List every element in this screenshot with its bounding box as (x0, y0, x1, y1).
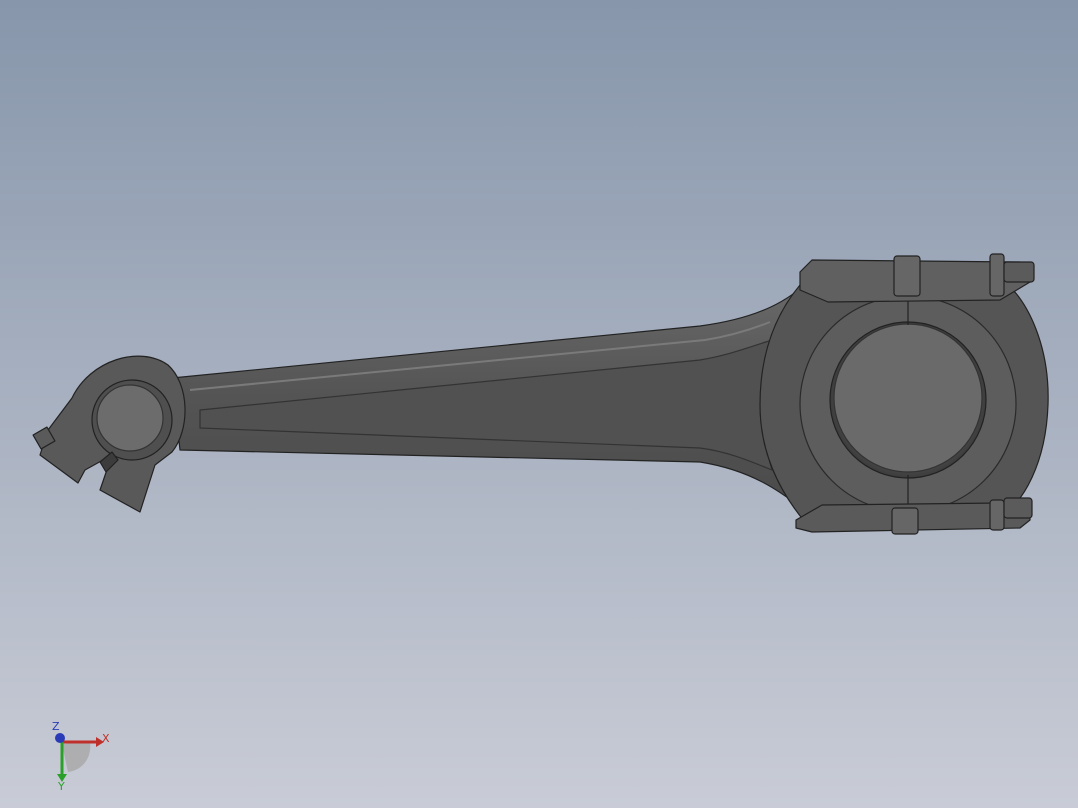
triad-y-label: Y (57, 780, 65, 792)
triad-z-label: Z (52, 720, 60, 733)
bottom-nut-left[interactable] (891, 507, 919, 535)
model-canvas[interactable] (0, 0, 1078, 808)
coordinate-triad[interactable]: X Z Y (40, 712, 120, 792)
triad-z-axis (55, 733, 65, 743)
triad-plane-shadow (62, 742, 91, 772)
bottom-nut-right[interactable] (989, 499, 1005, 531)
small-end-bore-inner (96, 384, 164, 452)
bottom-bolt-end[interactable] (1003, 497, 1033, 519)
big-end-bore-inner (833, 323, 983, 473)
top-bolt-end[interactable] (1003, 261, 1035, 283)
graphics-viewport[interactable]: X Z Y (0, 0, 1078, 808)
top-nut-right[interactable] (989, 253, 1005, 297)
top-nut-left[interactable] (893, 255, 921, 297)
triad-x-label: X (102, 732, 110, 745)
